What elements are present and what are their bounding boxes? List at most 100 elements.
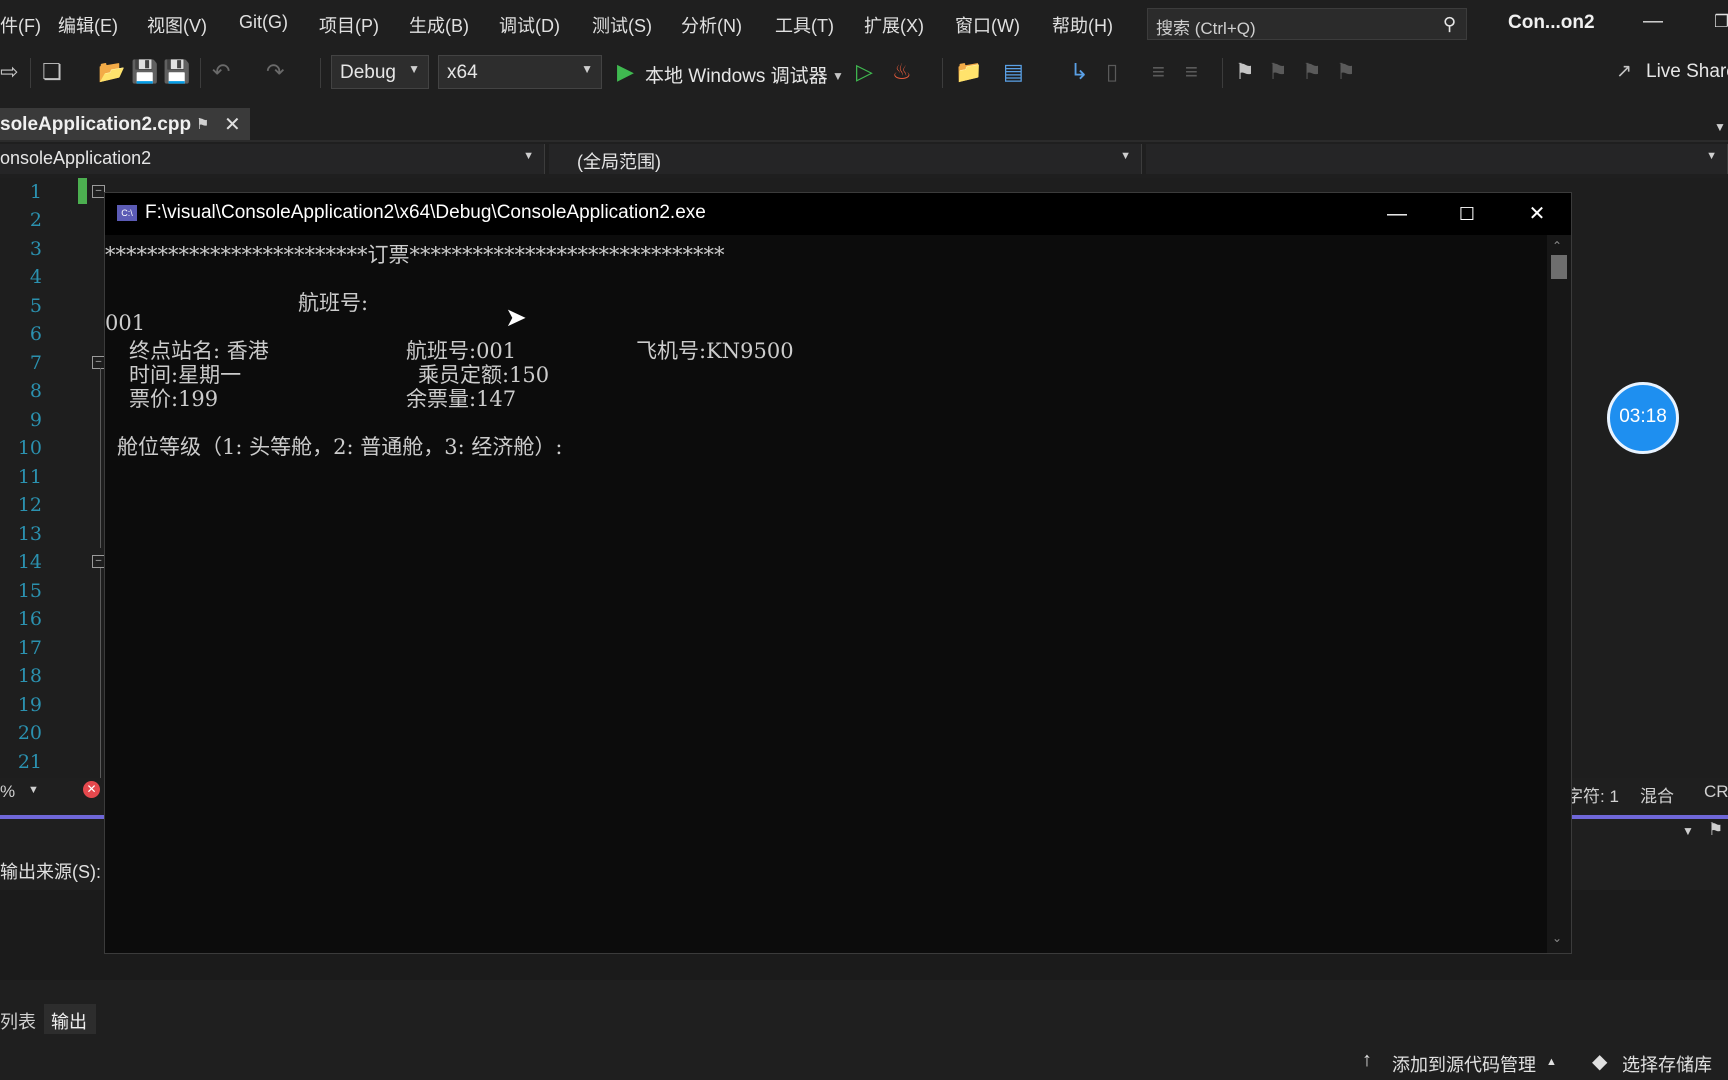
chevron-down-icon: ▼ bbox=[581, 62, 593, 76]
undo-icon[interactable]: ↶ bbox=[212, 60, 230, 84]
project-dropdown[interactable]: onsoleApplication2 ▼ bbox=[0, 144, 545, 174]
platform-value: x64 bbox=[447, 62, 478, 83]
scroll-down-icon[interactable]: ⌄ bbox=[1552, 931, 1562, 945]
console-output[interactable]: *************************订票*************… bbox=[105, 235, 1545, 953]
menu-bar: 件(F) 编辑(E) 视图(V) Git(G) 项目(P) 生成(B) 调试(D… bbox=[0, 0, 1728, 50]
arrow-up-icon: ↑ bbox=[1362, 1049, 1372, 1071]
menu-extensions[interactable]: 扩展(X) bbox=[864, 12, 924, 38]
tab-source-file[interactable]: soleApplication2.cpp ⚑ ✕ bbox=[0, 108, 250, 140]
menu-view[interactable]: 视图(V) bbox=[147, 12, 207, 38]
tab-output-label: 输出 bbox=[51, 1012, 87, 1032]
scrollbar-thumb[interactable] bbox=[1551, 255, 1567, 279]
chevron-up-icon: ▲ bbox=[1546, 1056, 1557, 1068]
add-to-source-control-button[interactable]: 添加到源代码管理 bbox=[1392, 1051, 1536, 1077]
uncomment-icon: ≡ bbox=[1185, 59, 1198, 84]
menu-tools[interactable]: 工具(T) bbox=[775, 12, 834, 38]
recording-timer[interactable]: 03:18 bbox=[1607, 382, 1679, 454]
menu-debug[interactable]: 调试(D) bbox=[499, 12, 560, 38]
chevron-down-icon[interactable]: ▼ bbox=[832, 64, 844, 88]
redo-icon[interactable]: ↷ bbox=[266, 60, 284, 84]
chevron-down-icon[interactable]: ▼ bbox=[28, 784, 39, 796]
line-number: 16 bbox=[17, 608, 42, 630]
save-all-icon[interactable]: 💾 bbox=[163, 60, 190, 84]
error-icon[interactable]: ✕ bbox=[83, 781, 100, 798]
debugger-button[interactable]: 本地 Windows 调试器 bbox=[645, 61, 828, 88]
config-select[interactable]: Debug ▼ bbox=[331, 55, 429, 89]
toolbar-separator bbox=[1222, 58, 1223, 88]
search-box[interactable]: 搜索 (Ctrl+Q) ⚲ bbox=[1147, 8, 1467, 40]
console-app-icon: C:\ bbox=[117, 205, 137, 221]
line-number: 14 bbox=[17, 551, 42, 573]
tab-label: soleApplication2.cpp bbox=[0, 114, 192, 135]
console-close-button[interactable]: ✕ bbox=[1507, 199, 1567, 229]
menu-build[interactable]: 生成(B) bbox=[409, 12, 469, 38]
char-position: 字符: 1 bbox=[1566, 787, 1619, 806]
line-number: 9 bbox=[29, 409, 42, 431]
chevron-down-icon[interactable]: ▼ bbox=[1714, 120, 1726, 134]
console-line-price: 票价:199 bbox=[129, 387, 219, 411]
menu-window[interactable]: 窗口(W) bbox=[955, 12, 1020, 38]
zoom-level[interactable]: % bbox=[0, 782, 15, 802]
console-line-plane: 飞机号:KN9500 bbox=[636, 339, 794, 363]
line-number: 8 bbox=[29, 380, 42, 402]
tab-output[interactable]: 输出 bbox=[44, 1004, 96, 1034]
menu-file[interactable]: 件(F) bbox=[0, 12, 41, 38]
layout-icon[interactable]: ▤ bbox=[1003, 60, 1024, 84]
pin-icon[interactable]: ⚑ bbox=[1708, 820, 1723, 840]
line-number: 1 bbox=[29, 181, 42, 203]
scroll-up-icon[interactable]: ⌃ bbox=[1552, 239, 1562, 253]
minimize-icon[interactable]: — bbox=[1643, 10, 1663, 33]
start-debug-icon[interactable]: ▶ bbox=[617, 60, 634, 84]
clear-bookmark-icon: ⚑ bbox=[1336, 59, 1356, 84]
menu-test[interactable]: 测试(S) bbox=[592, 12, 652, 38]
open-folder-icon[interactable]: 📂 bbox=[98, 60, 125, 84]
encoding-indicator[interactable]: 混合 bbox=[1640, 782, 1674, 807]
chevron-down-icon: ▼ bbox=[1120, 150, 1131, 162]
menu-help[interactable]: 帮助(H) bbox=[1052, 12, 1113, 38]
menu-analyze[interactable]: 分析(N) bbox=[681, 12, 742, 38]
console-scrollbar[interactable]: ⌃ ⌄ bbox=[1547, 235, 1571, 953]
step-icon[interactable]: ↳ bbox=[1070, 60, 1088, 84]
console-maximize-button[interactable]: ☐ bbox=[1437, 199, 1497, 229]
console-minimize-button[interactable]: — bbox=[1367, 199, 1427, 229]
chevron-down-icon[interactable]: ▼ bbox=[1682, 824, 1694, 838]
new-project-icon[interactable]: ❏ bbox=[42, 60, 62, 84]
status-bar: ↑ 添加到源代码管理 ▲ ◆ 选择存储库 bbox=[0, 1044, 1728, 1080]
start-without-debug-icon[interactable]: ▷ bbox=[856, 60, 873, 84]
line-number: 13 bbox=[17, 523, 42, 545]
scope-dropdown-value: (全局范围) bbox=[577, 152, 661, 172]
menu-edit[interactable]: 编辑(E) bbox=[58, 12, 118, 38]
toolbar: ⇨ ❏ 📂 💾 💾 ↶ ↷ Debug ▼ x64 ▼ ▶ ▼ ▷ ♨ 📁 ▤ … bbox=[0, 50, 1728, 96]
next-bookmark-icon: ⚑ bbox=[1302, 59, 1322, 84]
restore-icon[interactable]: ❐ bbox=[1714, 12, 1728, 32]
line-ending-indicator[interactable]: CR bbox=[1704, 782, 1728, 802]
scope-dropdown[interactable]: (全局范围) ▼ bbox=[549, 144, 1142, 174]
line-number: 4 bbox=[29, 266, 42, 288]
console-title-bar[interactable]: C:\ F:\visual\ConsoleApplication2\x64\De… bbox=[105, 193, 1571, 235]
close-icon[interactable]: ✕ bbox=[224, 112, 241, 137]
menu-git[interactable]: Git(G) bbox=[239, 12, 288, 33]
config-value: Debug bbox=[340, 62, 396, 83]
platform-select[interactable]: x64 ▼ bbox=[438, 55, 602, 89]
console-line-header: *************************订票*************… bbox=[105, 243, 725, 267]
select-repository-button[interactable]: 选择存储库 bbox=[1622, 1051, 1712, 1077]
pin-icon[interactable]: ⚑ bbox=[196, 115, 209, 133]
line-number: 18 bbox=[17, 665, 42, 687]
save-icon[interactable]: 💾 bbox=[131, 60, 158, 84]
member-dropdown[interactable]: ▼ bbox=[1146, 144, 1728, 174]
line-number: 2 bbox=[29, 209, 42, 231]
menu-project[interactable]: 项目(P) bbox=[319, 12, 379, 38]
search-icon[interactable]: ⚲ bbox=[1443, 14, 1456, 35]
solution-explorer-icon[interactable]: 📁 bbox=[955, 60, 982, 84]
console-window[interactable]: C:\ F:\visual\ConsoleApplication2\x64\De… bbox=[104, 192, 1572, 954]
line-number: 15 bbox=[17, 580, 42, 602]
line-number: 3 bbox=[29, 238, 42, 260]
bookmark-icon[interactable]: ⚑ bbox=[1235, 60, 1255, 84]
prev-bookmark-icon: ⚑ bbox=[1268, 59, 1288, 84]
hot-reload-icon[interactable]: ♨ bbox=[892, 60, 912, 84]
navigate-forward-icon[interactable]: ⇨ bbox=[0, 60, 18, 84]
live-share-button[interactable]: Live Share bbox=[1646, 61, 1728, 83]
tab-error-list[interactable]: 列表 bbox=[0, 1008, 36, 1034]
console-line-input: 001 bbox=[105, 311, 146, 335]
output-source-label: 输出来源(S): bbox=[0, 862, 101, 882]
